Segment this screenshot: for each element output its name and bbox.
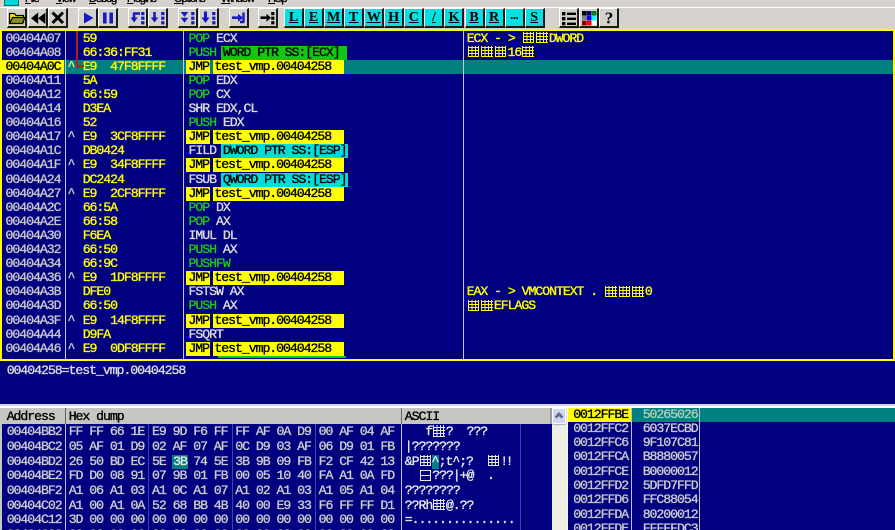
svg-text:?: ? bbox=[604, 9, 613, 27]
